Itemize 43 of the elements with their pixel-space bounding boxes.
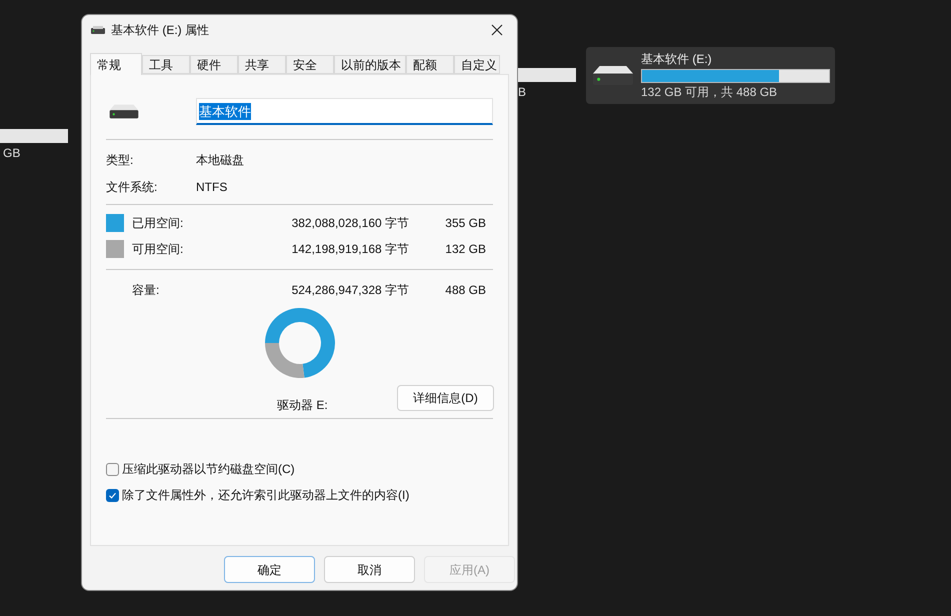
tab[interactable]: 以前的版本 bbox=[334, 55, 406, 74]
details-button[interactable]: 详细信息(D) bbox=[397, 385, 494, 411]
drive-name: 基本软件 (E:) bbox=[641, 52, 713, 66]
byte-count: 524,286,947,328 字节 bbox=[290, 282, 409, 299]
window-title: 基本软件 (E:) 属性 bbox=[111, 22, 210, 39]
drive-tile[interactable]: 基本软件 (E:) 132 GB 可用，共 488 GB bbox=[586, 47, 835, 104]
storage-bar bbox=[518, 68, 576, 82]
dialog-button[interactable]: 确定 bbox=[224, 556, 315, 583]
tab[interactable]: 安全 bbox=[286, 55, 334, 74]
size-value: 132 GB bbox=[444, 241, 486, 258]
field-value: 本地磁盘 bbox=[196, 152, 244, 169]
tab[interactable]: 常规 bbox=[90, 53, 142, 75]
byte-count: 382,088,028,160 字节 bbox=[290, 215, 409, 232]
field-label: 容量: bbox=[132, 282, 160, 299]
checkbox[interactable] bbox=[106, 488, 119, 502]
storage-caption: GB bbox=[3, 146, 20, 160]
storage-caption: B bbox=[518, 85, 526, 99]
field-label: 类型: bbox=[106, 152, 134, 169]
tab[interactable]: 硬件 bbox=[190, 55, 238, 74]
field-value: NTFS bbox=[196, 179, 228, 196]
tab[interactable]: 自定义 bbox=[454, 55, 500, 74]
name-field[interactable]: 基本软件 bbox=[196, 98, 493, 125]
size-value: 355 GB bbox=[444, 215, 486, 232]
tab[interactable]: 共享 bbox=[238, 55, 286, 74]
close-button[interactable] bbox=[489, 22, 505, 38]
dialog-button[interactable]: 取消 bbox=[324, 556, 415, 583]
tab[interactable]: 工具 bbox=[142, 55, 190, 74]
drive-label: 驱动器 E: bbox=[277, 398, 328, 412]
storage-caption: 132 GB 可用，共 488 GB bbox=[641, 84, 778, 100]
tab[interactable]: 配额 bbox=[406, 55, 454, 74]
drive-icon bbox=[109, 104, 139, 119]
byte-count: 142,198,919,168 字节 bbox=[290, 241, 409, 258]
field-label: 可用空间: bbox=[132, 241, 184, 258]
checkbox[interactable] bbox=[106, 462, 119, 476]
storage-bar bbox=[0, 129, 68, 143]
size-value: 488 GB bbox=[444, 282, 486, 299]
checkbox-label: 除了文件属性外，还允许索引此驱动器上文件的内容(I) bbox=[122, 487, 410, 504]
checkmark-icon bbox=[108, 490, 117, 500]
checkbox-label: 压缩此驱动器以节约磁盘空间(C) bbox=[122, 461, 295, 478]
field-label: 文件系统: bbox=[106, 179, 158, 196]
drive-icon bbox=[91, 26, 105, 34]
field-label: 已用空间: bbox=[132, 215, 184, 232]
drive-icon bbox=[592, 65, 634, 86]
